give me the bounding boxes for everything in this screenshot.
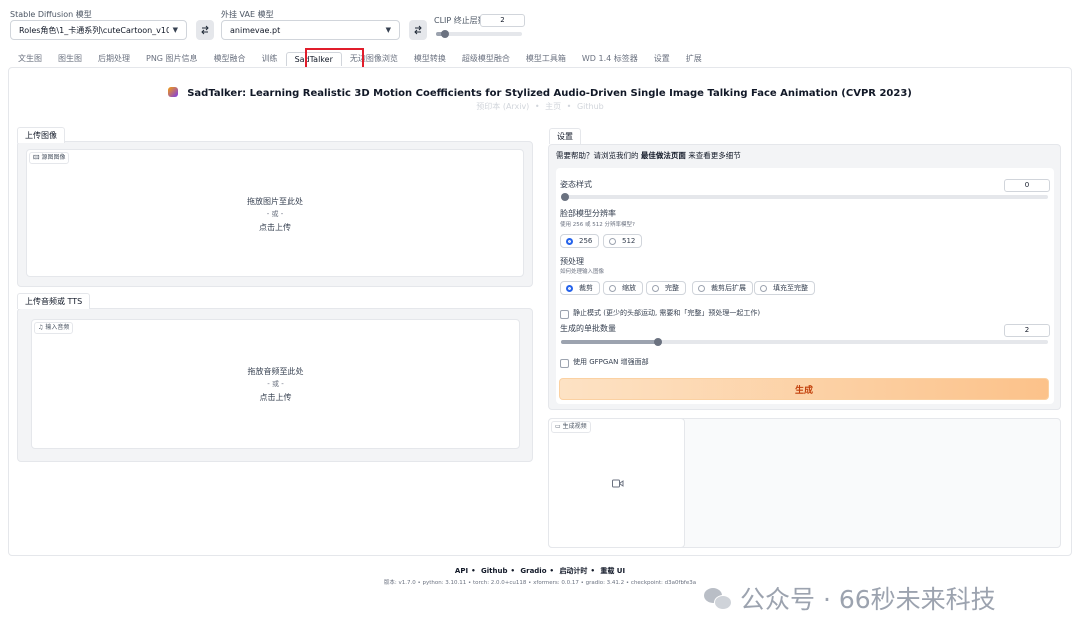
resolution-option-label: 512 bbox=[622, 237, 636, 245]
tab-settings[interactable]: 设置 bbox=[549, 128, 581, 144]
radio-dot-icon bbox=[566, 237, 573, 245]
input-audio-chip: ♫ 输入音频 bbox=[34, 322, 74, 334]
title-text: SadTalker: Learning Realistic 3D Motion … bbox=[187, 88, 912, 99]
tab-12[interactable]: 设置 bbox=[646, 52, 678, 66]
tab-11[interactable]: WD 1.4 标签器 bbox=[574, 52, 646, 66]
batch-slider-thumb[interactable] bbox=[654, 338, 662, 346]
pose-style-slider[interactable] bbox=[561, 193, 1048, 201]
radio-dot-icon bbox=[609, 237, 616, 245]
preprocess-option-label: 裁剪后扩展 bbox=[711, 284, 746, 292]
pose-style-label: 姿态样式 bbox=[560, 180, 592, 189]
preprocess-option-label: 完整 bbox=[665, 284, 679, 292]
homepage-link[interactable]: 主页 bbox=[545, 102, 561, 111]
audio-drop-text: 拖放音频至此处 - 或 - 点击上传 bbox=[247, 367, 304, 402]
tab-8[interactable]: 模型转换 bbox=[406, 52, 454, 66]
tab-0[interactable]: 文生图 bbox=[10, 52, 50, 66]
gfpgan-label: 使用 GFPGAN 增强面部 bbox=[573, 358, 649, 366]
refresh-vae-button[interactable] bbox=[409, 20, 427, 40]
page-title: SadTalker: Learning Realistic 3D Motion … bbox=[0, 81, 1080, 100]
still-mode-label: 静止模式 (更少的头部运动, 需要和「完整」预处理一起工作) bbox=[573, 309, 761, 317]
vae-value: animevae.pt bbox=[230, 25, 281, 35]
resolution-hint: 使用 256 或 512 分辨率模型? bbox=[560, 222, 635, 228]
logo-icon bbox=[168, 87, 179, 97]
tab-4[interactable]: 模型融合 bbox=[206, 52, 254, 66]
clip-number-input[interactable]: 2 bbox=[480, 14, 525, 27]
swap-icon bbox=[414, 25, 422, 35]
sd-model-label: Stable Diffusion 模型 bbox=[10, 10, 92, 19]
sd-model-select[interactable]: Roles角色\1_卡通系列\cuteCartoon_v10.safetenso… bbox=[10, 20, 187, 40]
preprocess-option-1[interactable]: 缩放 bbox=[603, 281, 643, 295]
preprocess-option-label: 缩放 bbox=[622, 284, 636, 292]
tab-10[interactable]: 模型工具箱 bbox=[518, 52, 574, 66]
video-camera-icon bbox=[612, 479, 624, 488]
audio-dropzone[interactable]: ♫ 输入音频 拖放音频至此处 - 或 - 点击上传 bbox=[31, 319, 520, 449]
image-icon: 🖾 bbox=[33, 154, 40, 161]
vae-select[interactable]: animevae.pt ▼ bbox=[221, 20, 400, 40]
help-text: 需要帮助？请浏览我们的 最佳做法页面 来查看更多细节 bbox=[556, 151, 741, 160]
vae-label: 外挂 VAE 模型 bbox=[221, 10, 274, 19]
resolution-option-1[interactable]: 512 bbox=[603, 234, 643, 248]
footer-links: API • Github • Gradio • 启动计时 • 重载 UI bbox=[454, 567, 626, 575]
refresh-models-button[interactable] bbox=[196, 20, 214, 40]
tab-2[interactable]: 后期处理 bbox=[90, 52, 138, 66]
radio-dot-icon bbox=[698, 284, 705, 292]
video-output: ▭ 生成视频 bbox=[548, 418, 685, 548]
resolution-option-label: 256 bbox=[579, 237, 593, 245]
generate-button[interactable]: 生成 bbox=[559, 378, 1049, 400]
chevron-down-icon: ▼ bbox=[385, 26, 391, 34]
radio-dot-icon bbox=[760, 284, 767, 292]
preprocess-option-4[interactable]: 填充至完整 bbox=[754, 281, 815, 295]
clip-slider-thumb[interactable] bbox=[441, 30, 449, 38]
batch-size-label: 生成的单批数量 bbox=[560, 324, 616, 333]
footer-reload-link[interactable]: 重载 UI bbox=[600, 567, 625, 575]
github-link[interactable]: Github bbox=[577, 102, 604, 111]
tab-5[interactable]: 训练 bbox=[254, 52, 286, 66]
footer-gradio-link[interactable]: Gradio bbox=[520, 567, 546, 575]
radio-dot-icon bbox=[609, 284, 616, 292]
footer-startup-link[interactable]: 启动计时 bbox=[559, 567, 587, 575]
pose-slider-thumb[interactable] bbox=[561, 193, 569, 201]
preprocess-label: 预处理 bbox=[560, 257, 584, 266]
wechat-icon bbox=[704, 586, 732, 610]
resolution-label: 脸部模型分辨率 bbox=[560, 209, 616, 218]
generated-video-chip: ▭ 生成视频 bbox=[551, 421, 591, 433]
image-dropzone[interactable]: 🖾 源图图像 拖放图片至此处 - 或 - 点击上传 bbox=[26, 149, 524, 277]
tab-13[interactable]: 扩展 bbox=[678, 52, 710, 66]
radio-dot-icon bbox=[566, 284, 573, 292]
video-icon: ▭ bbox=[555, 423, 561, 430]
preprocess-hint: 如何处理输入图像 bbox=[560, 269, 605, 275]
tab-upload-audio[interactable]: 上传音频或 TTS bbox=[17, 293, 91, 309]
tab-3[interactable]: PNG 图片信息 bbox=[138, 52, 206, 66]
resolution-option-0[interactable]: 256 bbox=[560, 234, 600, 248]
source-image-chip: 🖾 源图图像 bbox=[29, 152, 70, 164]
image-drop-text: 拖放图片至此处 - 或 - 点击上传 bbox=[247, 197, 303, 232]
tab-9[interactable]: 超级模型融合 bbox=[454, 52, 518, 66]
pose-style-input[interactable]: 0 bbox=[1004, 179, 1050, 192]
preprocess-option-2[interactable]: 完整 bbox=[646, 281, 686, 295]
footer-api-link[interactable]: API bbox=[455, 567, 468, 575]
watermark: 公众号 · 66秒未来科技 bbox=[704, 581, 996, 615]
batch-slider-fill bbox=[561, 340, 658, 344]
tab-upload-image[interactable]: 上传图像 bbox=[17, 127, 65, 143]
still-mode-checkbox[interactable] bbox=[560, 310, 569, 319]
swap-icon bbox=[201, 25, 209, 35]
clip-label: CLIP 终止层数 bbox=[434, 16, 486, 25]
preprocess-option-3[interactable]: 裁剪后扩展 bbox=[692, 281, 753, 295]
batch-size-input[interactable]: 2 bbox=[1004, 324, 1050, 337]
radio-dot-icon bbox=[652, 284, 659, 292]
sd-model-value: Roles角色\1_卡通系列\cuteCartoon_v10.safetenso… bbox=[19, 25, 169, 35]
preprocess-option-0[interactable]: 裁剪 bbox=[560, 281, 600, 295]
gfpgan-checkbox[interactable] bbox=[560, 359, 569, 368]
chevron-down-icon: ▼ bbox=[172, 26, 178, 34]
music-note-icon: ♫ bbox=[38, 324, 44, 331]
header-links: 预印本 (Arxiv) • 主页 • Github bbox=[476, 102, 604, 111]
preprocess-option-label: 裁剪 bbox=[579, 284, 593, 292]
best-practice-link[interactable]: 最佳做法页面 bbox=[641, 151, 686, 160]
tab-1[interactable]: 图生图 bbox=[50, 52, 90, 66]
batch-size-slider[interactable] bbox=[561, 338, 1048, 346]
preprocess-option-label: 填充至完整 bbox=[773, 284, 808, 292]
footer-github-link[interactable]: Github bbox=[481, 567, 507, 575]
arxiv-link[interactable]: 预印本 (Arxiv) bbox=[476, 102, 529, 111]
clip-slider[interactable] bbox=[436, 30, 522, 38]
